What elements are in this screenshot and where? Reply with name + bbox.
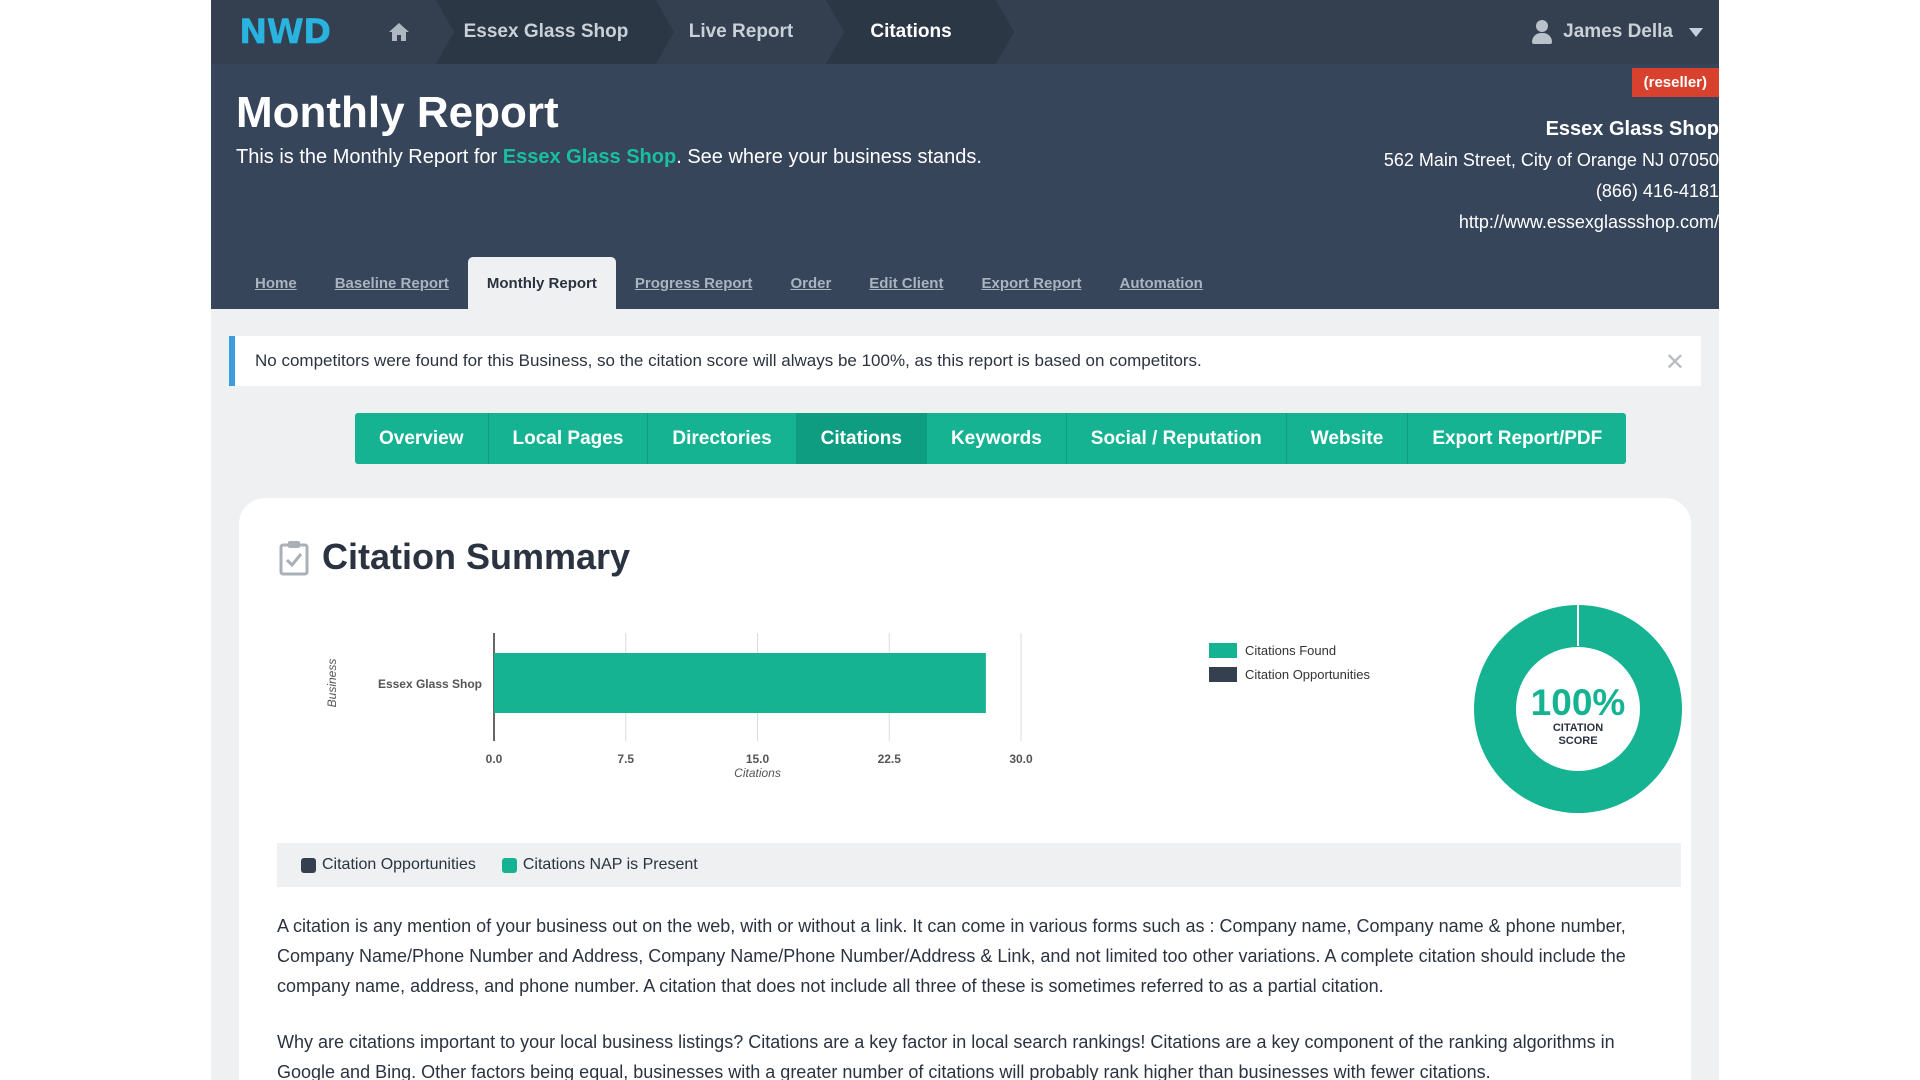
citation-description: A citation is any mention of your busine… <box>277 916 1626 996</box>
legend-item-opportunities: Citation Opportunities <box>1209 662 1370 686</box>
tab-baseline-report[interactable]: Baseline Report <box>316 257 468 309</box>
subtitle-suffix: . See where your business stands. <box>676 146 982 168</box>
x-tick-label: 15.0 <box>746 752 770 766</box>
section-citations[interactable]: Citations <box>796 413 927 464</box>
info-alert: No competitors were found for this Busin… <box>229 336 1701 386</box>
citation-legend-bar: Citation Opportunities Citations NAP is … <box>277 843 1681 887</box>
app-frame: NWD Essex Glass Shop Live Report Citatio… <box>211 0 1719 1080</box>
top-navbar: NWD Essex Glass Shop Live Report Citatio… <box>211 0 1719 64</box>
section-title: Citation Summary <box>322 536 631 577</box>
business-website[interactable]: http://www.essexglassshop.com/ <box>1384 207 1719 238</box>
section-local-pages[interactable]: Local Pages <box>489 413 649 464</box>
business-phone: (866) 416-4181 <box>1595 181 1719 201</box>
legend-text: Citation Opportunities <box>322 856 476 873</box>
section-overview[interactable]: Overview <box>355 413 489 464</box>
logo[interactable]: NWD <box>239 12 331 52</box>
chevron-down-icon <box>1689 27 1703 37</box>
y-axis-title: Business <box>325 659 339 708</box>
alert-text: No competitors were found for this Busin… <box>255 351 1202 370</box>
tab-order[interactable]: Order <box>771 257 850 309</box>
business-info: Essex Glass Shop 562 Main Street, City o… <box>1384 114 1719 238</box>
business-address: 562 Main Street, City of Orange NJ 07050 <box>1383 150 1719 170</box>
clipboard-check-icon <box>279 541 309 576</box>
x-tick-label: 0.0 <box>486 752 503 766</box>
chart-legend: Citations Found Citation Opportunities <box>1209 638 1370 686</box>
breadcrumb-live-report[interactable]: Live Report <box>656 0 844 64</box>
breadcrumb-home[interactable] <box>361 0 454 64</box>
category-label: Essex Glass Shop <box>378 677 482 691</box>
citation-score-donut: 100% CITATION SCORE <box>1474 603 1682 813</box>
section-nav: Overview Local Pages Directories Citatio… <box>355 413 1627 464</box>
citation-importance: Why are citations important to your loca… <box>277 1032 1615 1080</box>
reseller-badge: (reseller) <box>1631 68 1719 97</box>
chart-bars <box>494 653 986 713</box>
report-header: Monthly Report This is the Monthly Repor… <box>211 64 1719 309</box>
client-link[interactable]: Essex Glass Shop <box>503 146 676 168</box>
legend-citation-opportunities: Citation Opportunities <box>301 856 476 874</box>
home-icon <box>388 23 409 41</box>
breadcrumb-client[interactable]: Essex Glass Shop <box>436 0 674 64</box>
section-export-pdf[interactable]: Export Report/PDF <box>1408 413 1626 464</box>
score-label-line1: CITATION <box>1553 722 1603 734</box>
breadcrumb: Essex Glass Shop Live Report Citations <box>361 0 1014 64</box>
user-icon <box>1531 20 1553 44</box>
tab-edit-client[interactable]: Edit Client <box>850 257 962 309</box>
legend-nap-present: Citations NAP is Present <box>501 856 698 874</box>
score-value: 100% <box>1531 682 1626 723</box>
user-menu[interactable]: James Della <box>1531 0 1703 64</box>
legend-dot <box>501 857 517 873</box>
citation-summary-card: Citation Summary 0.0 7.5 15.0 22.5 30.0 Essex… <box>239 498 1691 1080</box>
breadcrumb-citations[interactable]: Citations <box>826 0 1014 64</box>
section-website[interactable]: Website <box>1287 413 1409 464</box>
tab-progress-report[interactable]: Progress Report <box>616 257 772 309</box>
legend-label: Citations Found <box>1245 642 1337 658</box>
report-tabs: Home Baseline Report Monthly Report Prog… <box>236 257 1222 309</box>
x-tick-label: 7.5 <box>617 752 634 766</box>
user-name: James Della <box>1563 21 1673 42</box>
x-axis-title: Citations <box>734 766 781 780</box>
section-directories[interactable]: Directories <box>648 413 797 464</box>
tab-monthly-report[interactable]: Monthly Report <box>467 257 616 309</box>
legend-swatch <box>1209 642 1237 658</box>
subtitle-prefix: This is the Monthly Report for <box>236 146 503 168</box>
legend-label: Citation Opportunities <box>1245 666 1371 682</box>
close-icon[interactable]: ✕ <box>1665 348 1685 377</box>
tab-home[interactable]: Home <box>236 257 316 309</box>
legend-text: Citations NAP is Present <box>522 856 698 873</box>
section-keywords[interactable]: Keywords <box>927 413 1067 464</box>
tab-export-report[interactable]: Export Report <box>962 257 1100 309</box>
x-tick-label: 30.0 <box>1009 752 1033 766</box>
legend-dot <box>301 857 316 873</box>
citation-bar-chart: 0.0 7.5 15.0 22.5 30.0 Essex Glass Shop Citati… <box>325 633 1033 780</box>
bar-citations-found <box>494 653 986 713</box>
section-social-reputation[interactable]: Social / Reputation <box>1067 413 1287 464</box>
legend-item-found: Citations Found <box>1209 638 1370 662</box>
tab-automation[interactable]: Automation <box>1100 257 1221 309</box>
page-title: Monthly Report <box>236 88 559 137</box>
business-name: Essex Glass Shop <box>1545 118 1719 140</box>
x-tick-label: 22.5 <box>878 752 902 766</box>
page-subtitle: This is the Monthly Report for Essex Gla… <box>236 146 982 169</box>
legend-swatch <box>1209 666 1237 682</box>
score-label-line2: SCORE <box>1558 735 1597 747</box>
